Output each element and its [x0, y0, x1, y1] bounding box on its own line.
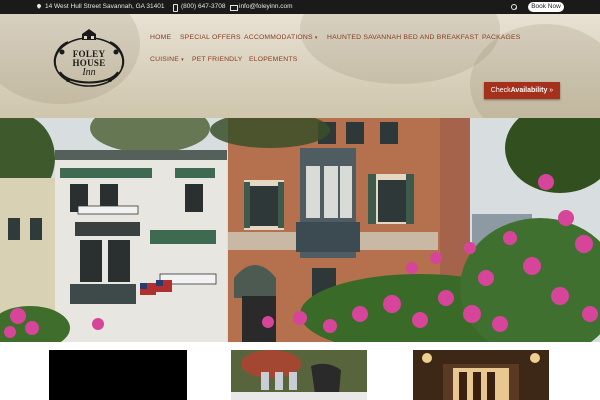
site-logo[interactable]: FOLEY HOUSE Inn	[48, 28, 130, 92]
mail-icon	[230, 4, 238, 11]
top-bar: 14 West Hull Street Savannah, GA 31401 (…	[0, 0, 600, 14]
nav-item-pet-friendly[interactable]: PET FRIENDLY	[192, 56, 243, 63]
chevron-down-icon: ▾	[181, 57, 184, 63]
nav-item-elopements[interactable]: ELOPEMENTS	[249, 56, 297, 63]
email-link[interactable]: info@foleyinn.com	[230, 2, 293, 12]
email-text[interactable]: info@foleyinn.com	[239, 2, 293, 12]
cta-emphasis: Availability	[510, 87, 548, 94]
phone-text[interactable]: (800) 647-3708	[181, 2, 225, 12]
feature-card-video[interactable]	[49, 350, 187, 400]
dining-photo	[231, 350, 367, 400]
check-availability-button[interactable]: CheckAvailability »	[484, 82, 560, 99]
nav-item-packages[interactable]: PACKAGES	[482, 34, 521, 41]
hero-illustration	[0, 118, 600, 342]
phone-icon	[172, 3, 178, 12]
pin-icon	[36, 4, 42, 11]
address: 14 West Hull Street Savannah, GA 31401	[36, 2, 164, 12]
search-icon[interactable]	[511, 4, 517, 11]
double-arrow-icon: »	[549, 87, 554, 94]
nav-item-cuisine[interactable]: CUISINE ▾	[150, 56, 184, 63]
feature-card-dining[interactable]	[231, 350, 367, 400]
nav-item-label: ACCOMMODATIONS	[244, 34, 313, 41]
nav-item-label: CUISINE	[150, 56, 179, 63]
interior-photo	[413, 350, 549, 400]
hero-image	[0, 118, 600, 342]
nav-item-accommodations[interactable]: ACCOMMODATIONS ▾	[244, 34, 318, 41]
nav-item-special-offers[interactable]: SPECIAL OFFERS	[180, 34, 241, 41]
book-now-button[interactable]: Book Now	[528, 2, 564, 12]
logo-line-1: FOLEY HOUSE	[72, 49, 106, 68]
address-text: 14 West Hull Street Savannah, GA 31401	[45, 3, 165, 10]
feature-card-interior[interactable]	[413, 350, 549, 400]
chevron-down-icon: ▾	[314, 35, 318, 41]
nav-item-home[interactable]: HOME	[150, 34, 171, 41]
site-header: FOLEY HOUSE Inn HOME SPECIAL OFFERS ACCO…	[0, 14, 600, 118]
cta-prefix: Check	[490, 87, 511, 94]
logo-wordmark: FOLEY HOUSE Inn	[58, 49, 120, 78]
nav-item-haunted-savannah[interactable]: HAUNTED SAVANNAH BED AND BREAKFAST	[327, 34, 479, 41]
logo-line-2: Inn	[82, 67, 96, 78]
phone-link[interactable]: (800) 647-3708	[172, 2, 225, 12]
